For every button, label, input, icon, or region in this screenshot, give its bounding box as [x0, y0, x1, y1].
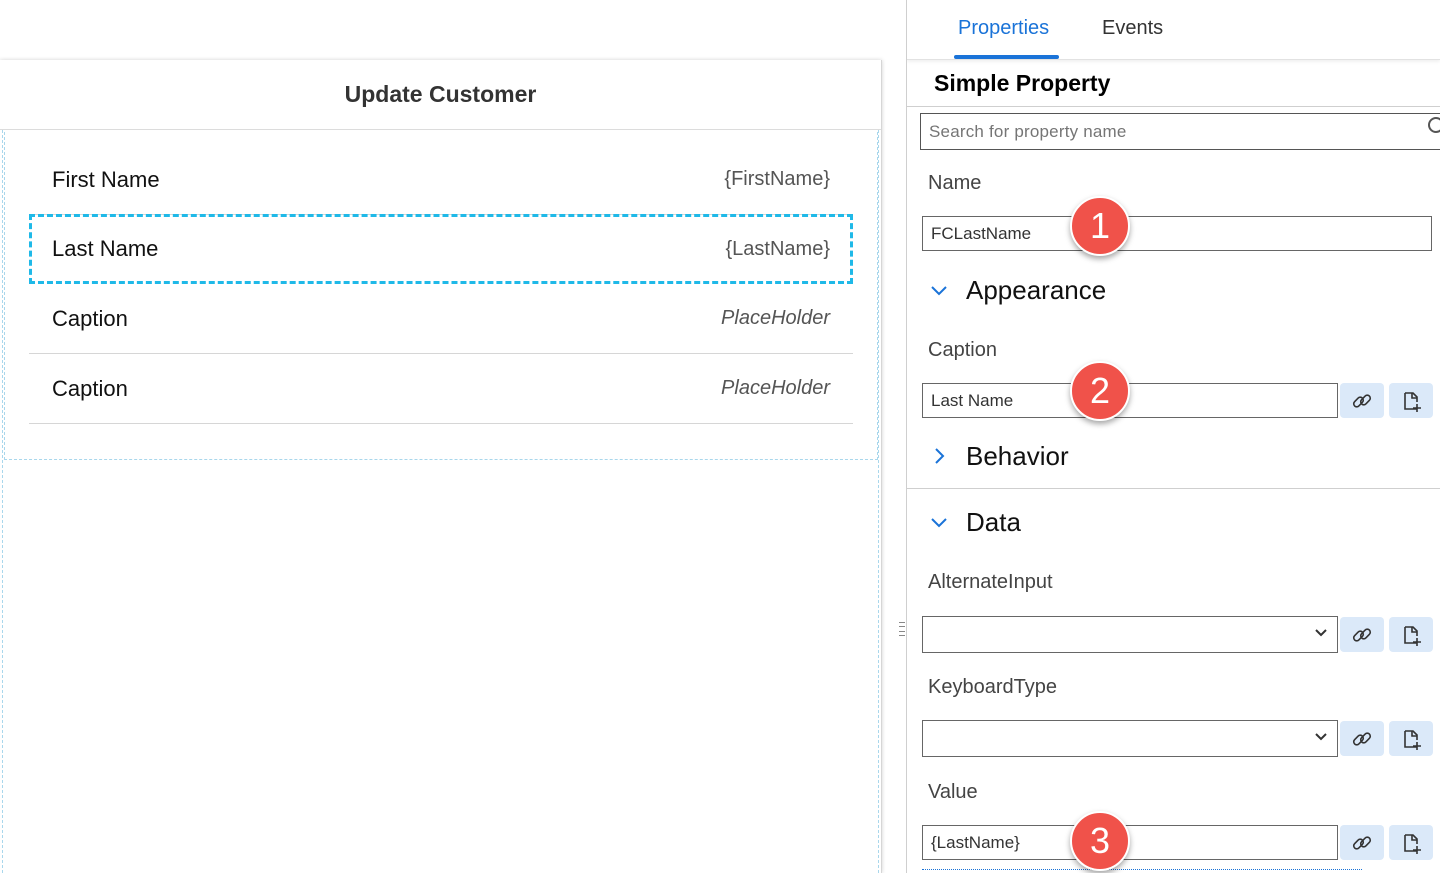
section-title: Behavior	[966, 440, 1069, 471]
chevron-down-icon	[931, 518, 947, 528]
chevron-down-icon	[931, 286, 947, 296]
add-binding-icon	[1404, 729, 1421, 750]
chevron-down-icon	[1315, 629, 1327, 637]
alternate-input-label: AlternateInput	[928, 571, 1053, 593]
value-label: Value	[928, 781, 978, 803]
add-binding-icon	[1404, 391, 1421, 412]
add-binding-button[interactable]	[1389, 617, 1433, 652]
link-icon	[1352, 731, 1372, 746]
alternate-input-select[interactable]	[922, 616, 1338, 653]
add-binding-button[interactable]	[1389, 383, 1433, 418]
name-field[interactable]: FCLastName	[922, 216, 1432, 251]
add-binding-button[interactable]	[1389, 825, 1433, 860]
bind-button[interactable]	[1340, 617, 1384, 652]
form-row-caption[interactable]: Caption PlaceHolder	[29, 284, 853, 354]
value-field[interactable]: {LastName}	[922, 825, 1338, 860]
form-row-label: Caption	[52, 305, 128, 331]
bind-button[interactable]	[1340, 383, 1384, 418]
form-row-value: {FirstName}	[724, 168, 830, 190]
form-row-value: {LastName}	[725, 237, 830, 260]
name-label: Name	[928, 172, 982, 194]
form-title: Update Customer	[0, 60, 881, 130]
form-row-first-name[interactable]: First Name {FirstName}	[29, 145, 853, 215]
active-tab-indicator	[954, 55, 1059, 59]
form-row-label: First Name	[52, 166, 160, 192]
form-row-placeholder: PlaceHolder	[721, 377, 830, 399]
splitter-handle[interactable]	[899, 622, 905, 636]
tab-properties[interactable]: Properties	[958, 17, 1049, 40]
panel-tabs: Properties Events	[907, 0, 1440, 60]
form-row-placeholder: PlaceHolder	[721, 307, 830, 329]
keyboard-type-select[interactable]	[922, 720, 1338, 757]
caption-label: Caption	[928, 339, 997, 361]
callout-badge: 2	[1070, 361, 1130, 421]
form-row-label: Caption	[52, 375, 128, 401]
form-card: Update Customer First Name {FirstName} L…	[0, 60, 882, 873]
divider	[907, 106, 1440, 107]
caption-field[interactable]: Last Name	[922, 383, 1338, 418]
add-binding-icon	[1404, 625, 1421, 646]
divider	[907, 488, 1440, 489]
tab-events[interactable]: Events	[1102, 17, 1163, 40]
form-row-last-name[interactable]: Last Name {LastName}	[29, 214, 853, 284]
panel-title: Simple Property	[934, 70, 1111, 96]
link-icon	[1352, 393, 1372, 408]
bind-button[interactable]	[1340, 825, 1384, 860]
form-designer-canvas: Update Customer First Name {FirstName} L…	[0, 0, 906, 873]
divider	[922, 869, 1362, 870]
section-title: Data	[966, 506, 1021, 537]
bind-button[interactable]	[1340, 721, 1384, 756]
section-title: Appearance	[966, 274, 1107, 305]
section-behavior[interactable]: Behavior	[907, 436, 1440, 476]
add-binding-icon	[1404, 833, 1421, 854]
chevron-down-icon	[1315, 733, 1327, 741]
form-row-caption[interactable]: Caption PlaceHolder	[29, 354, 853, 424]
search-icon[interactable]	[1424, 114, 1440, 134]
callout-badge: 3	[1070, 811, 1130, 871]
keyboard-type-label: KeyboardType	[928, 676, 1057, 698]
section-appearance[interactable]: Appearance	[907, 270, 1440, 310]
form-row-label: Last Name	[52, 236, 159, 261]
link-icon	[1352, 627, 1372, 642]
add-binding-button[interactable]	[1389, 721, 1433, 756]
link-icon	[1352, 835, 1372, 850]
chevron-right-icon	[935, 448, 945, 464]
section-data[interactable]: Data	[907, 502, 1440, 542]
properties-panel: Properties Events Simple Property Name F…	[906, 0, 1440, 873]
property-search-input[interactable]	[920, 113, 1440, 150]
callout-badge: 1	[1070, 196, 1130, 256]
